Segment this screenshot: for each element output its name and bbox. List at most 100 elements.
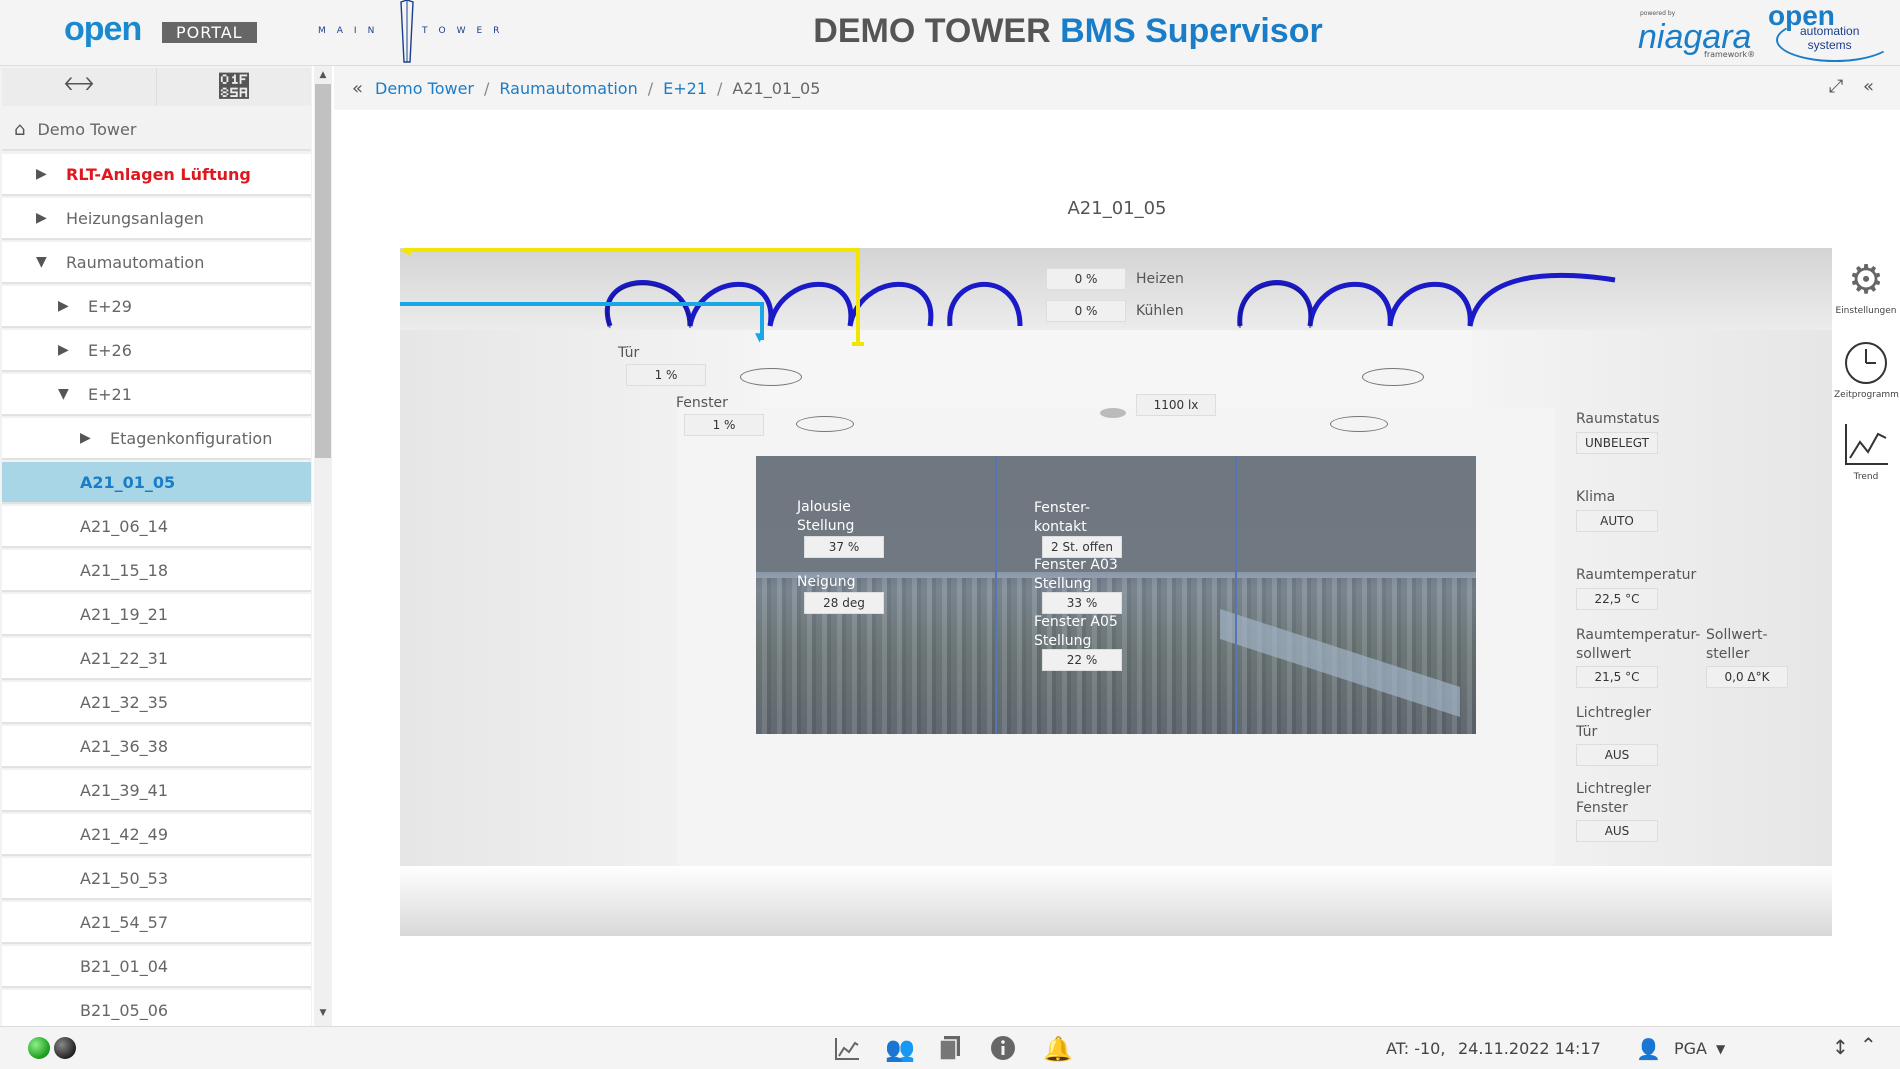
user-icon: 👤	[1636, 1037, 1661, 1061]
lichtregler-fenster-label: Lichtregler Fenster	[1576, 780, 1651, 818]
tree-item-b21-01-04[interactable]: B21_01_04	[2, 946, 311, 988]
tree-item-demo-tower[interactable]: ⌂ Demo Tower	[2, 109, 311, 151]
neigung-value[interactable]: 28 deg	[804, 592, 884, 614]
raumtemperatur-value[interactable]: 22,5 °C	[1576, 588, 1658, 610]
expand-icon: ▶	[36, 210, 47, 226]
tree-item-raumautomation[interactable]: ▼ Raumautomation	[2, 242, 311, 284]
breadcrumb-raumautomation[interactable]: Raumautomation	[499, 79, 637, 98]
tree-item-a21-19-21[interactable]: A21_19_21	[2, 594, 311, 636]
raumtemperatur-sollwert-label: Raumtemperatur-sollwert	[1576, 626, 1700, 664]
tree-item-a21-22-31[interactable]: A21_22_31	[2, 638, 311, 680]
tree-item-a21-32-35[interactable]: A21_32_35	[2, 682, 311, 724]
tree-item-label: A21_19_21	[80, 604, 169, 624]
heizen-label: Heizen	[1136, 271, 1184, 287]
kuehlen-value[interactable]: 0 %	[1046, 300, 1126, 322]
breadcrumb-separator: /	[717, 78, 723, 98]
tree-item-label: A21_01_05	[80, 472, 176, 492]
collapse-icon: ▼	[36, 254, 47, 270]
scroll-down-icon[interactable]: ▼	[316, 1008, 330, 1018]
tree-item-label: Demo Tower	[37, 119, 137, 139]
tuer-value[interactable]: 1 %	[626, 364, 706, 386]
supply-pipe-blue-arrow: ▼	[755, 330, 765, 344]
fenster-a03-value[interactable]: 33 %	[1042, 592, 1122, 614]
tree-item-a21-36-38[interactable]: A21_36_38	[2, 726, 311, 768]
collapse-right-icon[interactable]: «	[1863, 76, 1874, 97]
jalousie-label: Jalousie Stellung	[797, 498, 854, 536]
lichtregler-fenster-value[interactable]: AUS	[1576, 820, 1658, 842]
ceiling-lamp	[796, 416, 854, 432]
breadcrumb-demo-tower[interactable]: Demo Tower	[375, 79, 474, 98]
sollwertsteller-label: Sollwert-steller	[1706, 626, 1768, 664]
tree-item-a21-06-14[interactable]: A21_06_14	[2, 506, 311, 548]
tree-item-b21-05-06[interactable]: B21_05_06	[2, 990, 311, 1026]
sidebar-scrollbar-thumb[interactable]	[315, 84, 331, 458]
jalousie-label-2: Stellung	[797, 518, 855, 534]
tree-item-a21-15-18[interactable]: A21_15_18	[2, 550, 311, 592]
tree-item-e21[interactable]: ▼ E+21	[2, 374, 311, 416]
gear-icon: ⚙	[1848, 257, 1884, 303]
lux-value[interactable]: 1100 lx	[1136, 394, 1216, 416]
tree-item-rlt-anlagen[interactable]: ▶ RLT-Anlagen Lüftung	[2, 154, 311, 196]
fenster-value[interactable]: 1 %	[684, 414, 764, 436]
trend-button[interactable]: Trend	[1834, 422, 1898, 482]
raumtemperatur-sollwert-label-1: Raumtemperatur-	[1576, 627, 1701, 643]
ceiling-lamp	[740, 368, 802, 386]
documents-icon[interactable]	[938, 1035, 962, 1061]
tree-item-a21-01-05[interactable]: A21_01_05	[2, 462, 311, 504]
fenster-a05-value[interactable]: 22 %	[1042, 649, 1122, 671]
tree-item-a21-54-57[interactable]: A21_54_57	[2, 902, 311, 944]
fensterkontakt-value[interactable]: 2 St. offen	[1042, 536, 1122, 558]
tree-item-e29[interactable]: ▶ E+29	[2, 286, 311, 328]
zeitprogramm-button[interactable]: Zeitprogramm	[1834, 340, 1899, 400]
trend-icon[interactable]	[834, 1037, 860, 1061]
collapse-sidebar-icon[interactable]: «	[352, 78, 363, 99]
resize-vertical-icon[interactable]: ↕	[1832, 1035, 1849, 1059]
tree-item-heizungsanlagen[interactable]: ▶ Heizungsanlagen	[2, 198, 311, 240]
breadcrumb-e21[interactable]: E+21	[663, 79, 707, 98]
forward-button[interactable]: 🡚	[157, 68, 311, 106]
fensterkontakt-label-2: kontakt	[1034, 519, 1087, 535]
tree-item-label: A21_15_18	[80, 560, 169, 580]
einstellungen-button[interactable]: ⚙ Einstellungen	[1834, 258, 1898, 316]
tree-item-label: A21_32_35	[80, 692, 169, 712]
arrow-left-icon: 🡘	[63, 66, 95, 102]
user-dropdown-icon[interactable]: ▼	[1716, 1042, 1725, 1056]
tree-item-e26[interactable]: ▶ E+26	[2, 330, 311, 372]
fenster-a03-label-1: Fenster A03	[1034, 557, 1118, 573]
oas-logo-sub: automation systems	[1800, 24, 1859, 52]
collapse-icon: ▼	[58, 386, 69, 402]
raumtemperatur-sollwert-value[interactable]: 21,5 °C	[1576, 666, 1658, 688]
window-frame	[1235, 456, 1237, 734]
supply-pipe-yellow	[406, 248, 860, 252]
raumstatus-value[interactable]: UNBELEGT	[1576, 432, 1658, 454]
user-name[interactable]: PGA	[1674, 1039, 1707, 1058]
klima-value[interactable]: AUTO	[1576, 510, 1658, 532]
heating-coil-graphic	[605, 272, 1616, 329]
tree-item-a21-42-49[interactable]: A21_42_49	[2, 814, 311, 856]
tree-item-etagenkonfiguration[interactable]: ▶ Etagenkonfiguration	[2, 418, 311, 460]
tree-item-label: RLT-Anlagen Lüftung	[66, 164, 251, 184]
tree-item-label: Heizungsanlagen	[66, 208, 204, 228]
users-icon[interactable]: 👥	[885, 1035, 915, 1063]
collapse-up-icon[interactable]: ⌃	[1860, 1033, 1877, 1057]
trend-label: Trend	[1853, 472, 1879, 482]
scroll-up-icon[interactable]: ▲	[316, 70, 330, 80]
tree-item-label: A21_22_31	[80, 648, 169, 668]
alarm-bell-icon[interactable]: 🔔	[1043, 1035, 1073, 1063]
back-button[interactable]: 🡘	[2, 67, 157, 106]
heizen-value[interactable]: 0 %	[1046, 268, 1126, 290]
app-title: DEMO TOWER BMS Supervisor	[0, 12, 1900, 51]
sollwertsteller-value[interactable]: 0,0 Δ°K	[1706, 666, 1788, 688]
tree-item-label: Etagenkonfiguration	[110, 428, 273, 448]
trend-chart-icon	[1845, 424, 1888, 465]
info-icon[interactable]	[990, 1035, 1016, 1061]
jalousie-value[interactable]: 37 %	[804, 536, 884, 558]
fullscreen-icon[interactable]: ⤢	[1829, 76, 1843, 97]
tree-item-a21-50-53[interactable]: A21_50_53	[2, 858, 311, 900]
lichtregler-tuer-value[interactable]: AUS	[1576, 744, 1658, 766]
supply-pipe-blue	[400, 302, 764, 306]
tree-item-a21-39-41[interactable]: A21_39_41	[2, 770, 311, 812]
breadcrumb-current: A21_01_05	[732, 78, 821, 98]
at-value: AT: -10,	[1386, 1039, 1446, 1058]
oas-logo-systems: systems	[1807, 38, 1852, 52]
